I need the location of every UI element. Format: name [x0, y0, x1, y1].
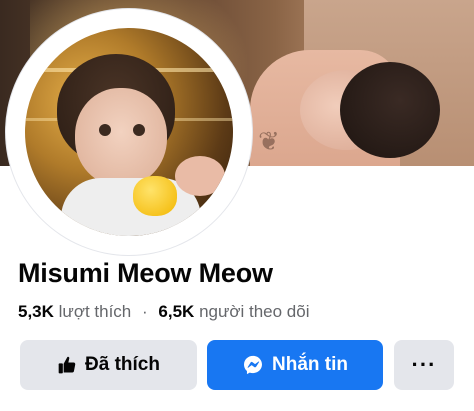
followers-count: 6,5K	[158, 302, 195, 321]
more-button[interactable]: ···	[394, 340, 454, 390]
avatar-hand	[175, 156, 225, 196]
avatar-face	[75, 88, 167, 186]
liked-label: Đã thích	[85, 354, 160, 375]
avatar-toy	[133, 176, 177, 216]
profile-name: Misumi Meow Meow	[18, 258, 273, 288]
message-label: Nhắn tin	[272, 354, 348, 375]
cover-baby-hair	[340, 62, 440, 158]
thumbs-up-icon	[57, 355, 77, 375]
likes-label: lượt thích	[58, 302, 132, 321]
profile-avatar[interactable]	[21, 24, 237, 240]
messenger-icon	[242, 354, 264, 376]
likes-count: 5,3K	[18, 302, 54, 321]
stats-separator: ·	[142, 302, 148, 321]
butterfly-tattoo-icon: ❦	[258, 126, 280, 156]
profile-stats: 5,3K lượt thích · 6,5K người theo dõi	[18, 302, 310, 322]
avatar-eye	[133, 124, 145, 136]
more-icon: ···	[411, 352, 437, 377]
message-button[interactable]: Nhắn tin	[207, 340, 383, 390]
avatar-eye	[99, 124, 111, 136]
followers-label: người theo dõi	[199, 302, 310, 321]
liked-button[interactable]: Đã thích	[20, 340, 197, 390]
